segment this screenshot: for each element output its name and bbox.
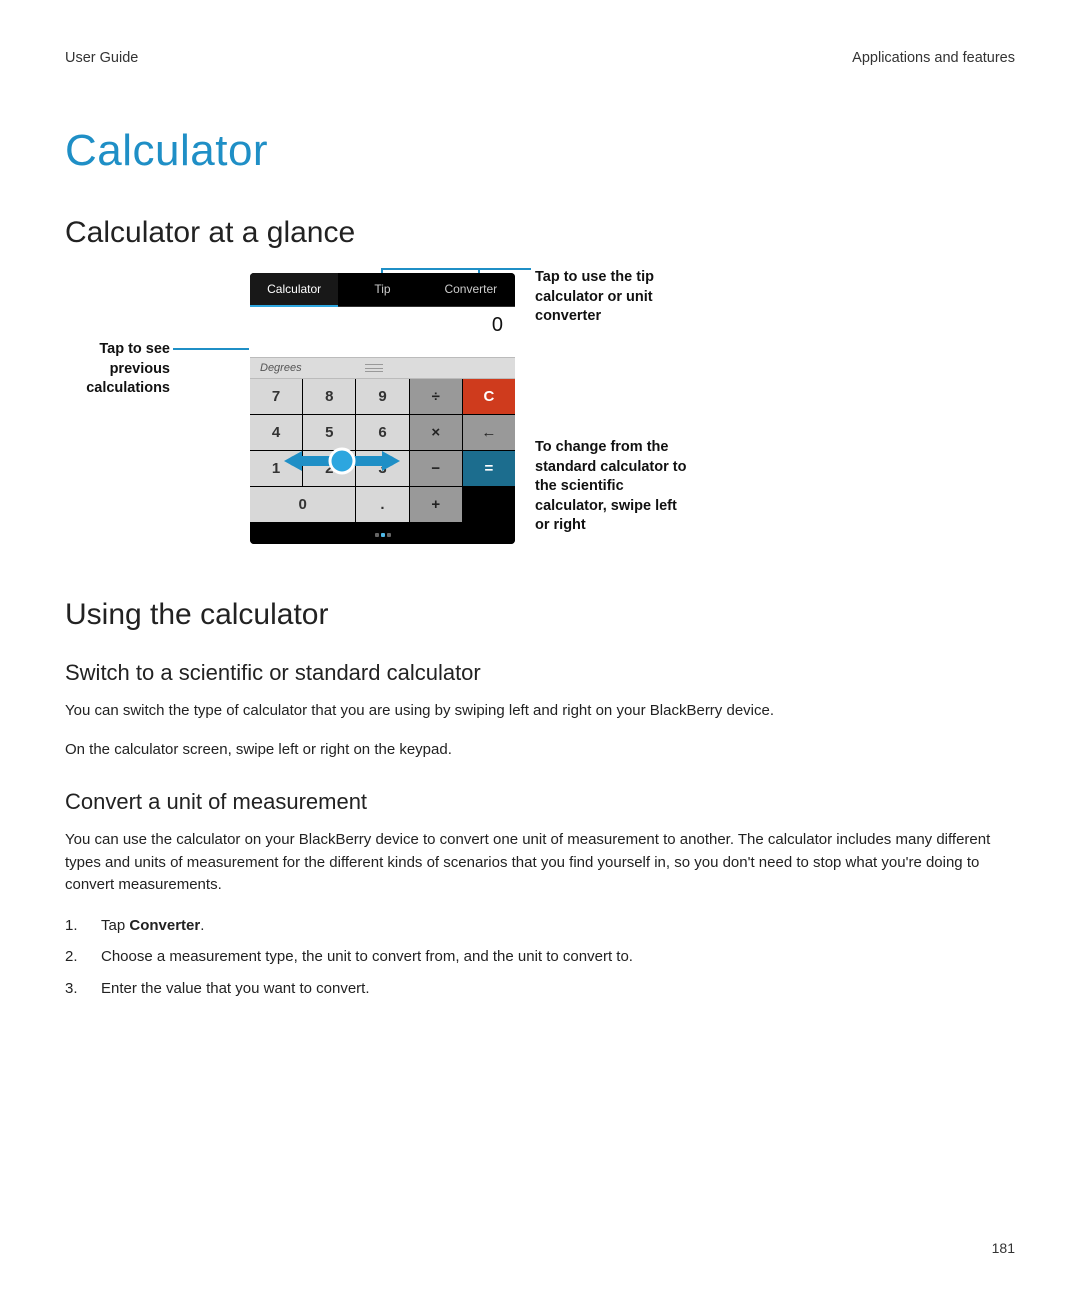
subheading-switch: Switch to a scientific or standard calcu… — [65, 660, 1015, 686]
callout-previous-calcs: Tap to see previous calculations — [65, 340, 170, 399]
key-backspace[interactable]: ← — [463, 415, 515, 450]
key-dot[interactable]: . — [356, 487, 408, 522]
key-6[interactable]: 6 — [356, 415, 408, 450]
calc-tabs: Calculator Tip Converter — [250, 273, 515, 307]
tab-converter[interactable]: Converter — [427, 273, 515, 307]
section-heading-glance: Calculator at a glance — [65, 216, 1015, 250]
key-minus[interactable]: − — [410, 451, 462, 486]
header-left: User Guide — [65, 50, 138, 66]
key-1[interactable]: 1 — [250, 451, 302, 486]
page-title: Calculator — [65, 126, 1015, 176]
switch-paragraph-1: You can switch the type of calculator th… — [65, 700, 1015, 723]
page-number: 181 — [992, 1240, 1015, 1256]
page-header: User Guide Applications and features — [65, 50, 1015, 66]
callout-swipe: To change from the standard calculator t… — [535, 438, 695, 536]
key-3[interactable]: 3 — [356, 451, 408, 486]
tab-tip[interactable]: Tip — [338, 273, 426, 307]
key-plus[interactable]: + — [410, 487, 462, 522]
key-8[interactable]: 8 — [303, 379, 355, 414]
page-indicator — [250, 522, 515, 544]
tab-calculator[interactable]: Calculator — [250, 273, 338, 307]
key-0[interactable]: 0 — [250, 487, 355, 522]
convert-steps: Tap Converter. Choose a measurement type… — [65, 913, 1015, 1002]
step-1: Tap Converter. — [65, 913, 1015, 939]
key-5[interactable]: 5 — [303, 415, 355, 450]
section-heading-using: Using the calculator — [65, 598, 1015, 632]
key-7[interactable]: 7 — [250, 379, 302, 414]
callout-tip-converter: Tap to use the tip calculator or unit co… — [535, 268, 705, 327]
calculator-figure: Tap to see previous calculations Tap to … — [65, 268, 1015, 578]
calc-display: 0 — [250, 307, 515, 357]
calc-degrees-bar[interactable]: Degrees — [250, 357, 515, 379]
switch-paragraph-2: On the calculator screen, swipe left or … — [65, 739, 1015, 762]
convert-paragraph: You can use the calculator on your Black… — [65, 829, 1015, 897]
key-equals[interactable]: = — [463, 451, 515, 486]
step-2: Choose a measurement type, the unit to c… — [65, 944, 1015, 970]
step-1-bold: Converter — [129, 917, 200, 934]
step-1-pre: Tap — [101, 917, 129, 934]
key-9[interactable]: 9 — [356, 379, 408, 414]
key-2[interactable]: 2 — [303, 451, 355, 486]
degrees-label: Degrees — [260, 362, 302, 374]
calculator-screenshot: Calculator Tip Converter 0 Degrees 7 8 9… — [250, 273, 515, 544]
key-4[interactable]: 4 — [250, 415, 302, 450]
drag-handle-icon — [365, 364, 383, 372]
step-3: Enter the value that you want to convert… — [65, 976, 1015, 1002]
subheading-convert: Convert a unit of measurement — [65, 789, 1015, 815]
key-clear[interactable]: C — [463, 379, 515, 414]
header-right: Applications and features — [852, 50, 1015, 66]
calc-keypad: 7 8 9 ÷ C 4 5 6 × ← 1 2 3 − = 0 . + — [250, 379, 515, 522]
key-divide[interactable]: ÷ — [410, 379, 462, 414]
key-multiply[interactable]: × — [410, 415, 462, 450]
step-1-post: . — [200, 917, 204, 934]
